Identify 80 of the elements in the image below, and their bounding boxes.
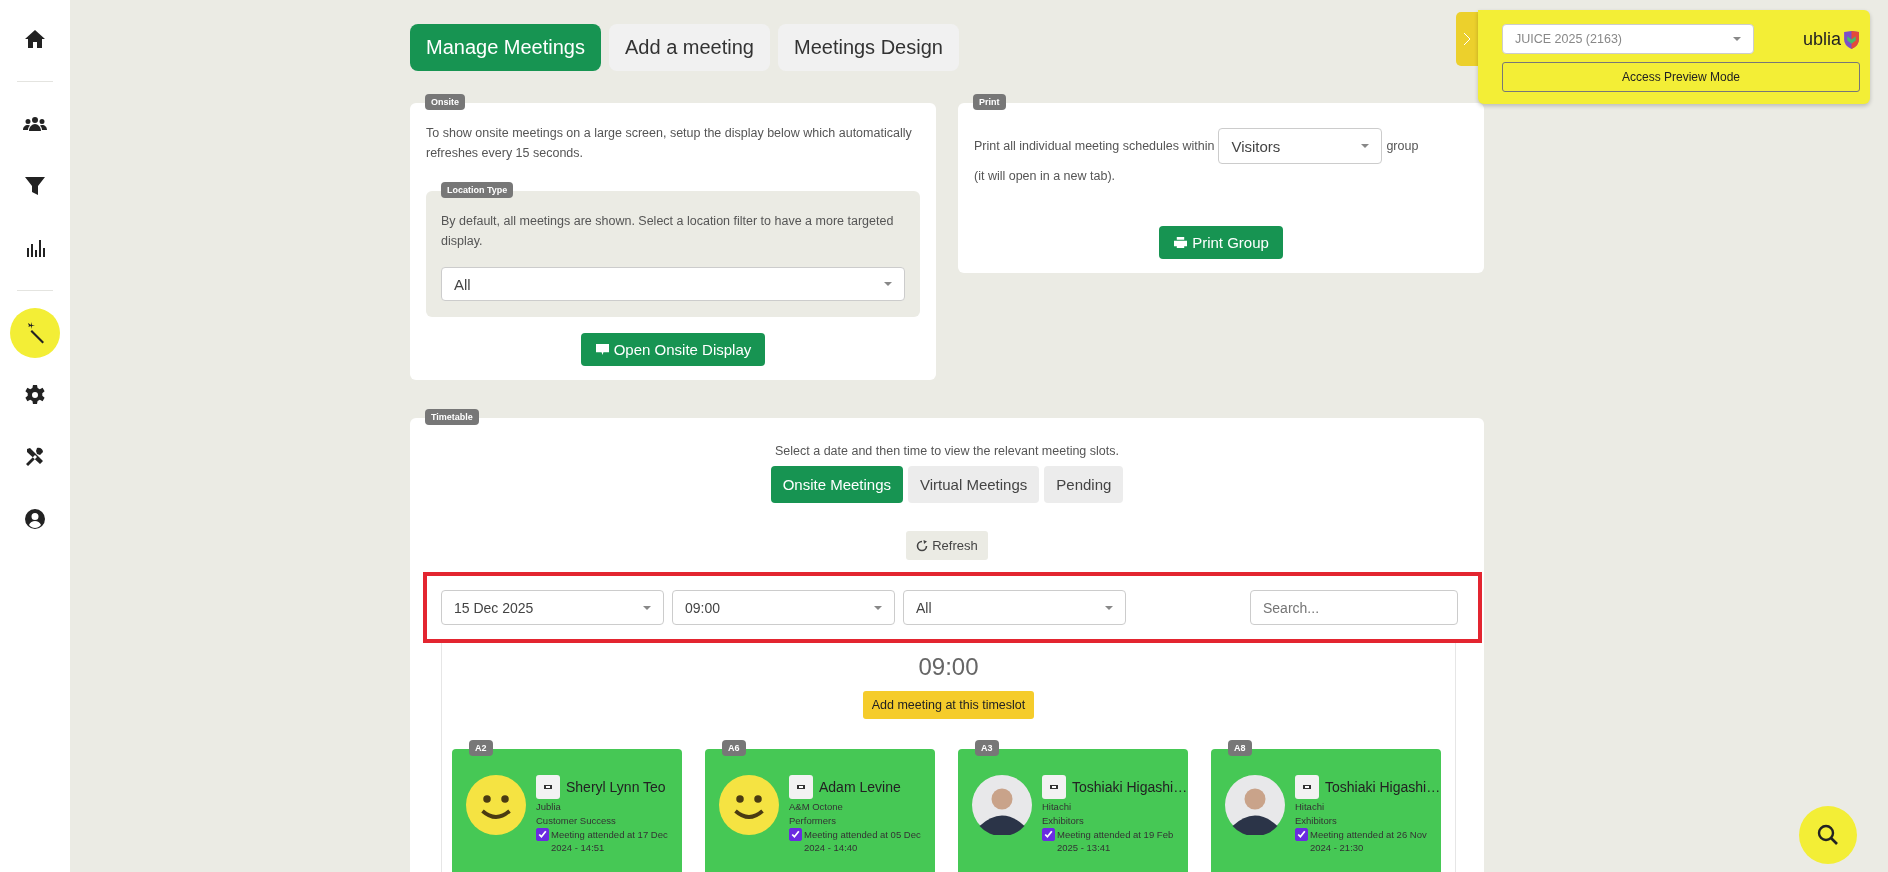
shield-icon bbox=[1843, 29, 1860, 49]
attendance-text: Meeting attended at 17 Dec 2024 - 14:51 bbox=[551, 828, 669, 854]
hint-text: Select a date and then time to view the relevant meeting slots. bbox=[774, 444, 1120, 458]
slot-time: 09:00 bbox=[917, 653, 980, 681]
company-text: Hitachi bbox=[1042, 800, 1073, 813]
print-button[interactable]: Print Group bbox=[1159, 226, 1283, 259]
search-icon bbox=[1816, 823, 1840, 847]
tab[interactable]: Pending bbox=[1044, 466, 1124, 503]
section-label: Timetable bbox=[425, 409, 479, 425]
company-text: Hitachi bbox=[1295, 800, 1326, 813]
company-text: A&M Octone bbox=[789, 800, 844, 813]
company-text: Jublia bbox=[536, 800, 562, 813]
id-card-icon bbox=[1295, 775, 1319, 799]
group-text: Exhibitors bbox=[1295, 814, 1338, 827]
location-dropdown[interactable]: All bbox=[441, 267, 905, 301]
id-card-icon bbox=[1042, 775, 1066, 799]
id-card-icon bbox=[789, 775, 813, 799]
caret-icon bbox=[1361, 144, 1370, 148]
search-button[interactable] bbox=[1799, 806, 1857, 864]
search-field[interactable]: Search... bbox=[1250, 590, 1458, 625]
attendee-name: Toshiaki Higashi… bbox=[1072, 779, 1188, 795]
checkbox[interactable] bbox=[789, 828, 802, 841]
section-label: Location Type bbox=[441, 182, 514, 198]
smiley-icon bbox=[466, 775, 526, 835]
note-text: (it will open in a new tab). bbox=[974, 168, 1117, 185]
date-dropdown[interactable]: 15 Dec 2025 bbox=[441, 590, 664, 625]
user-icon bbox=[23, 507, 47, 531]
caret-icon bbox=[1105, 605, 1113, 610]
caret-icon bbox=[874, 605, 882, 610]
group-text: Customer Success bbox=[536, 814, 617, 827]
attendance-text: Meeting attended at 19 Feb 2025 - 13:41 bbox=[1057, 828, 1175, 854]
printer-icon bbox=[1173, 236, 1189, 249]
description-text: To show onsite meetings on a large screen, setup the display below which automatically refreshes every 15 seconds. bbox=[426, 125, 913, 162]
home-icon bbox=[23, 27, 47, 51]
section-label: Onsite bbox=[425, 94, 465, 110]
logo-text: ublia bbox=[1802, 28, 1841, 50]
display-icon bbox=[594, 343, 610, 356]
tab[interactable]: Virtual Meetings bbox=[908, 466, 1040, 503]
event-dropdown[interactable]: JUICE 2025 (2163) bbox=[1502, 24, 1754, 54]
smiley-icon bbox=[719, 775, 779, 835]
checkbox[interactable] bbox=[536, 828, 549, 841]
attendee-name: Adam Levine bbox=[819, 779, 901, 795]
attendance-text: Meeting attended at 26 Nov 2024 - 21:30 bbox=[1310, 828, 1428, 854]
caret-icon bbox=[1733, 37, 1741, 41]
description-text: group bbox=[1386, 138, 1419, 155]
section-label: Print bbox=[973, 94, 1006, 110]
refresh-button[interactable]: Refresh bbox=[906, 531, 988, 560]
gear-icon bbox=[23, 383, 47, 407]
tab[interactable]: Manage Meetings bbox=[410, 24, 601, 71]
room-label: A2 bbox=[469, 740, 493, 756]
refresh-icon bbox=[916, 539, 929, 552]
group-text: Exhibitors bbox=[1042, 814, 1085, 827]
attendee-name: Toshiaki Higashi… bbox=[1325, 779, 1441, 795]
checkbox[interactable] bbox=[1042, 828, 1055, 841]
caret-icon bbox=[643, 605, 651, 610]
room-label: A8 bbox=[1228, 740, 1252, 756]
funnel-icon bbox=[23, 174, 47, 198]
description-text: By default, all meetings are shown. Select a location filter to have a more targeted display. bbox=[441, 213, 895, 250]
tab[interactable]: Meetings Design bbox=[777, 24, 959, 71]
open-display-button[interactable]: Open Onsite Display bbox=[580, 333, 766, 366]
room-label: A6 bbox=[722, 740, 746, 756]
add-meeting-button[interactable]: Add meeting at this timeslot bbox=[862, 691, 1035, 719]
avatar-icon bbox=[972, 775, 1032, 835]
collapse-toggle[interactable] bbox=[1456, 12, 1478, 66]
room-label: A3 bbox=[975, 740, 999, 756]
description-text: Print all individual meeting schedules within bbox=[974, 138, 1215, 155]
attendee-name: Sheryl Lynn Teo bbox=[566, 779, 666, 795]
chevron-icon bbox=[1463, 32, 1471, 46]
preview-mode-button[interactable]: Access Preview Mode bbox=[1502, 62, 1860, 92]
tab[interactable]: Add a meeting bbox=[609, 24, 770, 71]
tab[interactable]: Onsite Meetings bbox=[770, 466, 903, 503]
id-card-icon bbox=[536, 775, 560, 799]
location-dropdown[interactable]: All bbox=[903, 590, 1126, 625]
group-dropdown[interactable]: Visitors bbox=[1218, 128, 1383, 164]
group-text: Performers bbox=[789, 814, 837, 827]
avatar-icon bbox=[1225, 775, 1285, 835]
time-dropdown[interactable]: 09:00 bbox=[672, 590, 895, 625]
checkbox[interactable] bbox=[1295, 828, 1308, 841]
caret-icon bbox=[884, 282, 892, 286]
attendance-text: Meeting attended at 05 Dec 2024 - 14:40 bbox=[804, 828, 922, 854]
